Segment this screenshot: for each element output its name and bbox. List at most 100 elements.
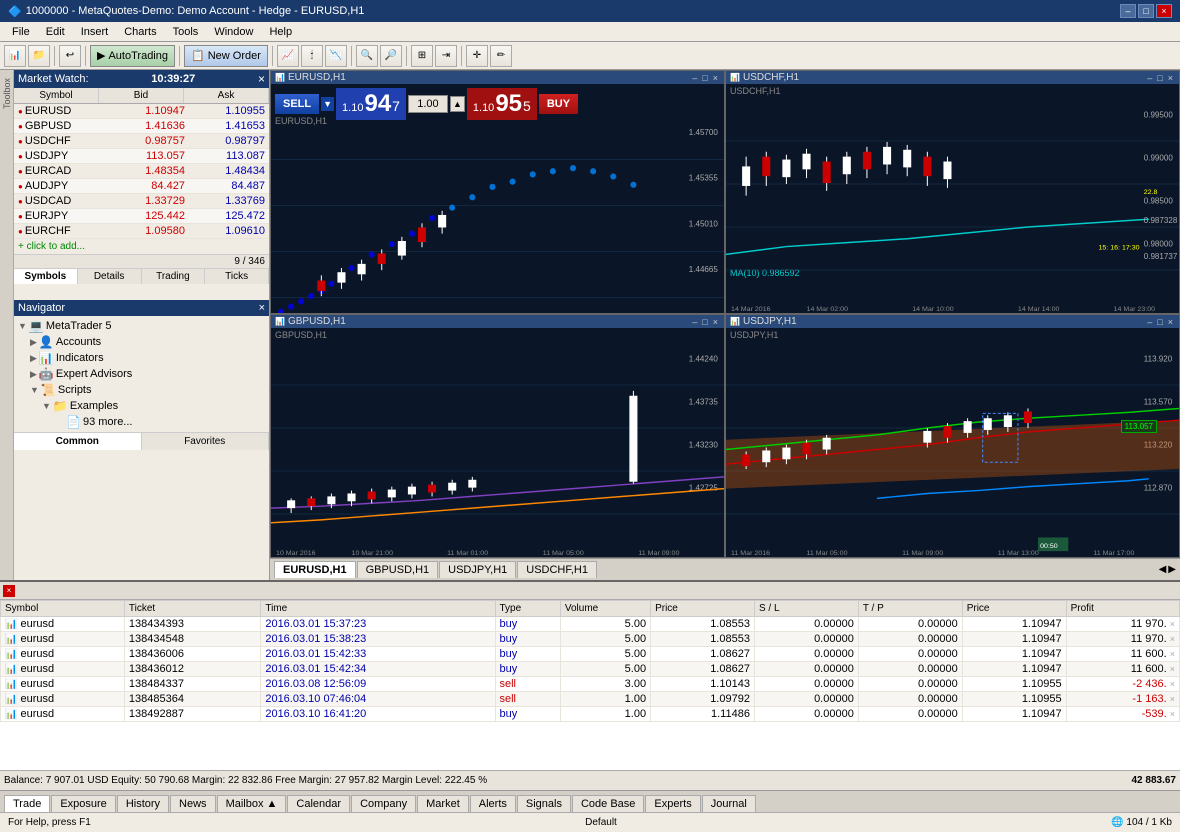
chart-close-button[interactable]: × — [711, 73, 720, 83]
zoom-in-button[interactable]: 🔍 — [356, 45, 378, 67]
gbpusd-minimize[interactable]: – — [690, 317, 699, 327]
bottom-tab[interactable]: Calendar — [287, 795, 350, 812]
nav-tab-common[interactable]: Common — [14, 433, 142, 450]
menu-help[interactable]: Help — [261, 24, 300, 40]
bottom-tab[interactable]: Alerts — [470, 795, 516, 812]
menu-window[interactable]: Window — [206, 24, 261, 40]
chart-minimize-button[interactable]: – — [690, 73, 699, 83]
chart-tab-gbpusd[interactable]: GBPUSD,H1 — [357, 561, 439, 578]
bottom-tab[interactable]: Code Base — [572, 795, 644, 812]
chart-usdjpy-body[interactable]: USDJPY,H1 113.920 113.570 113.220 112.87… — [726, 328, 1179, 557]
lot-size-input[interactable] — [408, 95, 448, 113]
nav-tree-item[interactable]: ▼ 📜 Scripts — [16, 382, 267, 398]
buy-button[interactable]: BUY — [539, 94, 578, 114]
order-close-button[interactable]: × — [1170, 649, 1175, 659]
zoom-out-button[interactable]: 🔎 — [380, 45, 402, 67]
gbpusd-close[interactable]: × — [711, 317, 720, 327]
maximize-button[interactable]: □ — [1138, 4, 1154, 18]
new-order-button[interactable]: 📋 New Order — [184, 45, 268, 67]
open-button[interactable]: 📁 — [28, 45, 50, 67]
scroll-button[interactable]: ⇥ — [435, 45, 457, 67]
draw-button[interactable]: ✏ — [490, 45, 512, 67]
table-row[interactable]: 📊 eurusd 138436012 2016.03.01 15:42:34 b… — [1, 662, 1180, 677]
grid-button[interactable]: ⊞ — [411, 45, 433, 67]
order-close-button[interactable]: × — [1170, 619, 1175, 629]
chart-tab-arrows[interactable]: ◀ ▶ — [1159, 564, 1176, 575]
mw-row[interactable]: ● GBPUSD 1.41636 1.41653 — [14, 119, 269, 134]
nav-tree-item[interactable]: ▼ 📁 Examples — [16, 398, 267, 414]
mw-row[interactable]: ● USDCHF 0.98757 0.98797 — [14, 134, 269, 149]
chart-restore-button[interactable]: □ — [700, 73, 709, 83]
bottom-tab[interactable]: Signals — [517, 795, 571, 812]
bottom-tab[interactable]: Mailbox ▲ — [217, 795, 287, 812]
lot-up-button[interactable]: ▲ — [450, 96, 465, 112]
chart-gbpusd-body[interactable]: GBPUSD,H1 1.44240 1.43735 1.43230 1.4272… — [271, 328, 724, 557]
table-row[interactable]: 📊 eurusd 138485364 2016.03.10 07:46:04 s… — [1, 692, 1180, 707]
orders-close-button[interactable]: × — [3, 585, 15, 597]
usdchf-close[interactable]: × — [1166, 73, 1175, 83]
gbpusd-restore[interactable]: □ — [700, 317, 709, 327]
mw-row[interactable]: ● EURCHF 1.09580 1.09610 — [14, 224, 269, 239]
mw-row[interactable]: ● EURJPY 125.442 125.472 — [14, 209, 269, 224]
bottom-tab[interactable]: Company — [351, 795, 416, 812]
market-watch-close-button[interactable]: × — [258, 72, 265, 86]
new-chart-button[interactable]: 📊 — [4, 45, 26, 67]
mw-tab-ticks[interactable]: Ticks — [205, 269, 269, 284]
menu-charts[interactable]: Charts — [116, 24, 164, 40]
navigator-close-button[interactable]: × — [259, 302, 265, 314]
menu-file[interactable]: File — [4, 24, 38, 40]
usdjpy-minimize[interactable]: – — [1145, 317, 1154, 327]
nav-tree-item[interactable]: 📄 93 more... — [16, 414, 267, 430]
mw-row[interactable]: ● USDJPY 113.057 113.087 — [14, 149, 269, 164]
nav-tab-favorites[interactable]: Favorites — [142, 433, 270, 450]
orders-container[interactable]: Symbol Ticket Time Type Volume Price S /… — [0, 600, 1180, 770]
usdchf-restore[interactable]: □ — [1155, 73, 1164, 83]
sell-dropdown[interactable]: ▼ — [321, 97, 334, 111]
sell-button[interactable]: SELL — [275, 94, 319, 114]
order-close-button[interactable]: × — [1170, 664, 1175, 674]
chart-bar-button[interactable]: 📈 — [277, 45, 299, 67]
order-close-button[interactable]: × — [1170, 679, 1175, 689]
mw-tab-trading[interactable]: Trading — [142, 269, 206, 284]
order-close-button[interactable]: × — [1170, 709, 1175, 719]
nav-tree-item[interactable]: ▶ 👤 Accounts — [16, 334, 267, 350]
chart-line-button[interactable]: 📉 — [325, 45, 347, 67]
table-row[interactable]: 📊 eurusd 138434548 2016.03.01 15:38:23 b… — [1, 632, 1180, 647]
bottom-tab[interactable]: Experts — [645, 795, 700, 812]
chart-eurusd-body[interactable]: SELL ▼ 1.10 94 7 ▲ 1.10 95 5 — [271, 84, 724, 313]
bottom-tab[interactable]: Exposure — [51, 795, 115, 812]
usdjpy-close[interactable]: × — [1166, 317, 1175, 327]
chart-eurusd-controls[interactable]: – □ × — [690, 73, 720, 83]
bottom-tab[interactable]: Market — [417, 795, 469, 812]
mw-tab-details[interactable]: Details — [78, 269, 142, 284]
add-symbol-row[interactable]: + click to add... — [14, 239, 269, 254]
mw-row[interactable]: ● AUDJPY 84.427 84.487 — [14, 179, 269, 194]
nav-tree-item[interactable]: ▶ 📊 Indicators — [16, 350, 267, 366]
table-row[interactable]: 📊 eurusd 138484337 2016.03.08 12:56:09 s… — [1, 677, 1180, 692]
chart-tab-eurusd[interactable]: EURUSD,H1 — [274, 561, 356, 578]
toolbox-strip[interactable]: Toolbox — [0, 70, 14, 580]
crosshair-button[interactable]: ✛ — [466, 45, 488, 67]
toolbox-label[interactable]: Toolbox — [2, 74, 12, 113]
window-controls[interactable]: – □ × — [1120, 4, 1172, 18]
nav-tree-item[interactable]: ▶ 🤖 Expert Advisors — [16, 366, 267, 382]
bottom-tab[interactable]: Trade — [4, 795, 50, 812]
table-row[interactable]: 📊 eurusd 138436006 2016.03.01 15:42:33 b… — [1, 647, 1180, 662]
menu-edit[interactable]: Edit — [38, 24, 73, 40]
usdjpy-restore[interactable]: □ — [1155, 317, 1164, 327]
table-row[interactable]: 📊 eurusd 138434393 2016.03.01 15:37:23 b… — [1, 617, 1180, 632]
bottom-tab[interactable]: Journal — [702, 795, 756, 812]
table-row[interactable]: 📊 eurusd 138492887 2016.03.10 16:41:20 b… — [1, 707, 1180, 722]
mw-row[interactable]: ● USDCAD 1.33729 1.33769 — [14, 194, 269, 209]
minimize-button[interactable]: – — [1120, 4, 1136, 18]
usdchf-minimize[interactable]: – — [1145, 73, 1154, 83]
chart-tab-next[interactable]: ▶ — [1168, 564, 1176, 575]
menu-tools[interactable]: Tools — [165, 24, 207, 40]
order-close-button[interactable]: × — [1170, 694, 1175, 704]
chart-tab-usdchf[interactable]: USDCHF,H1 — [517, 561, 597, 578]
chart-usdjpy-controls[interactable]: – □ × — [1145, 317, 1175, 327]
chart-tab-usdjpy[interactable]: USDJPY,H1 — [439, 561, 516, 578]
chart-tab-prev[interactable]: ◀ — [1159, 564, 1167, 575]
close-button[interactable]: × — [1156, 4, 1172, 18]
chart-gbpusd-controls[interactable]: – □ × — [690, 317, 720, 327]
